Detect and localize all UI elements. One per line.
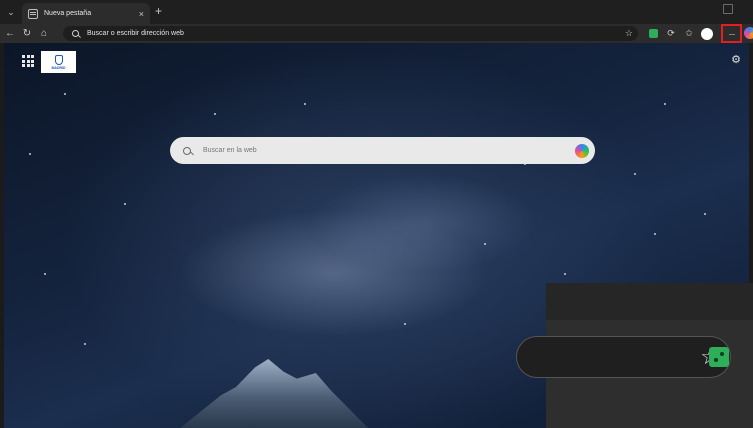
add-favorite-button[interactable]: ☆ — [625, 28, 633, 39]
zoomed-green-extension-icon — [709, 347, 729, 367]
profile-avatar-icon — [701, 27, 713, 40]
profile-button[interactable] — [700, 27, 714, 41]
search-icon — [72, 30, 79, 37]
extensions-area: ⟳ ✩ — [646, 26, 718, 41]
navigation-bar: ← ↻ ⌂ Buscar o escribir dirección web ☆ … — [0, 24, 753, 43]
extension-button[interactable]: ⟳ — [664, 27, 678, 41]
search-input[interactable]: Buscar en la web — [203, 147, 575, 154]
search-icon — [183, 146, 191, 155]
mountain-image — [179, 359, 369, 428]
settings-and-more-button[interactable]: ··· — [721, 24, 742, 43]
address-input[interactable]: Buscar o escribir dirección web — [87, 30, 625, 37]
close-tab-button[interactable]: × — [139, 9, 144, 19]
page-icon — [28, 8, 38, 19]
zoomed-toolbar-inset: ☆ — [516, 283, 753, 428]
refresh-button[interactable]: ↻ — [20, 27, 34, 41]
restore-window-button[interactable] — [723, 4, 733, 14]
favorites-button[interactable]: ✩ — [682, 27, 696, 41]
tab-title: Nueva pestaña — [44, 10, 92, 17]
tab-new-tab[interactable]: Nueva pestaña × — [22, 3, 150, 24]
home-button[interactable]: ⌂ — [37, 27, 51, 41]
back-button[interactable]: ← — [3, 27, 17, 41]
zoomed-address-bar: ☆ — [516, 336, 731, 378]
web-search-box[interactable]: Buscar en la web — [170, 137, 595, 164]
chevron-down-icon: ⌄ — [7, 6, 15, 17]
new-tab-button[interactable]: + — [155, 5, 162, 17]
address-bar[interactable]: Buscar o escribir dirección web ☆ — [63, 26, 638, 41]
madrid-emblem-icon — [54, 54, 63, 65]
green-extension-icon — [648, 29, 658, 38]
tab-bar: ⌄ Nueva pestaña × + — [0, 0, 753, 24]
page-settings-button[interactable]: ⚙ — [730, 54, 742, 66]
copilot-icon[interactable] — [744, 27, 753, 39]
tab-actions-button[interactable]: ⌄ — [4, 5, 18, 19]
madrid-logo[interactable]: MADRID — [41, 51, 76, 73]
copilot-search-icon[interactable] — [575, 143, 589, 158]
logo-text: MADRID — [51, 65, 66, 70]
green-extension-button[interactable] — [646, 27, 660, 41]
apps-launcher-icon[interactable] — [22, 55, 34, 67]
